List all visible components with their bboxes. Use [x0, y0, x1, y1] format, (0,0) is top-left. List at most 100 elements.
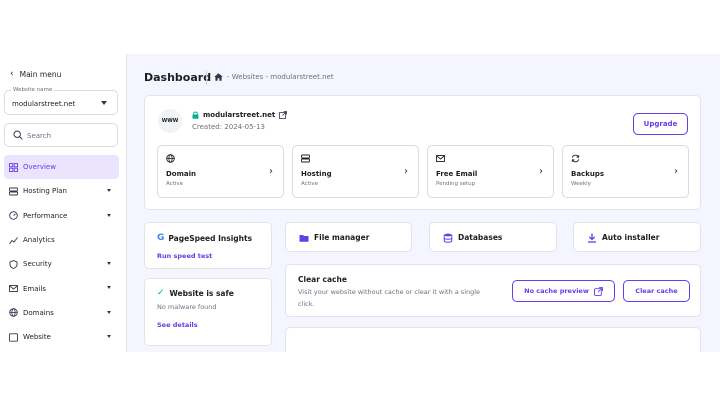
search-box: [4, 123, 118, 147]
sidebar-item-hosting-plan[interactable]: Hosting Plan: [4, 179, 119, 203]
chevron-right-icon: ›: [404, 166, 408, 177]
website-logo: WWW: [158, 109, 182, 133]
sidebar-item-label: Overview: [23, 163, 56, 172]
google-logo-icon: G: [157, 233, 165, 243]
cache-description: Visit your website without cache or clea…: [298, 288, 481, 308]
databases-button[interactable]: Databases: [429, 222, 557, 252]
server-icon: [9, 187, 18, 196]
hosting-dashboard: ‹ Main menu Website name modularstreet.n…: [0, 54, 720, 352]
pagespeed-title: G PageSpeed Insights: [157, 233, 252, 243]
tile-backups[interactable]: Backups Weekly ›: [562, 145, 689, 198]
sidebar: ‹ Main menu Website name modularstreet.n…: [0, 54, 127, 352]
sidebar-item-website[interactable]: Website: [4, 325, 119, 349]
tile-hosting[interactable]: Hosting Active ›: [292, 145, 419, 198]
home-icon[interactable]: [214, 73, 223, 81]
tile-status: Active: [166, 181, 184, 187]
created-date: Created: 2024-05-13: [192, 123, 265, 131]
sidebar-item-security[interactable]: Security: [4, 252, 119, 276]
search-input[interactable]: [27, 129, 113, 142]
see-details-link[interactable]: See details: [157, 321, 198, 329]
safety-title: ✓ Website is safe: [157, 288, 234, 298]
gauge-icon: [9, 211, 18, 220]
shield-icon: [9, 259, 18, 269]
website-select-value: modularstreet.net: [12, 100, 76, 108]
sidebar-item-domains[interactable]: Domains: [4, 301, 119, 325]
website-summary-card: WWW modularstreet.net Created: 2024-05-1…: [144, 95, 701, 210]
sidebar-item-label: Hosting Plan: [23, 187, 67, 196]
page-title: Dashboard: [144, 71, 212, 84]
domain-name: modularstreet.net: [203, 111, 276, 119]
globe-icon: [166, 154, 175, 163]
tile-name: Free Email: [436, 170, 478, 178]
clear-cache-button[interactable]: Clear cache: [623, 280, 690, 302]
caret-down-icon: [107, 310, 111, 314]
server-icon: [301, 154, 310, 163]
main-menu-label: Main menu: [19, 69, 62, 79]
no-cache-preview-button[interactable]: No cache preview: [512, 280, 615, 302]
search-icon: [13, 130, 23, 140]
caret-down-icon: [107, 286, 111, 290]
breadcrumb-path[interactable]: - Websites - modularstreet.net: [227, 73, 334, 81]
tile-domain[interactable]: Domain Active ›: [157, 145, 284, 198]
tile-status: Weekly: [571, 181, 591, 187]
cache-title: Clear cache: [298, 275, 347, 284]
website-select-label: Website name: [11, 87, 55, 93]
sidebar-item-label: Analytics: [23, 236, 55, 245]
upgrade-button[interactable]: Upgrade: [633, 113, 688, 135]
refresh-icon: [571, 154, 580, 163]
window-icon: [9, 333, 18, 342]
breadcrumb: - Websites - modularstreet.net: [214, 73, 334, 81]
sidebar-item-label: Performance: [23, 211, 68, 220]
globe-icon: [9, 308, 18, 318]
chevron-right-icon: ›: [674, 166, 678, 177]
folder-icon: [299, 235, 309, 242]
chevron-left-icon: ‹: [10, 69, 14, 79]
run-speed-test-link[interactable]: Run speed test: [157, 252, 212, 260]
safety-subtitle: No malware found: [157, 303, 217, 311]
sidebar-item-analytics[interactable]: Analytics: [4, 228, 119, 252]
sidebar-nav: Overview Hosting Plan Performance Analyt…: [4, 155, 119, 349]
download-icon: [588, 233, 596, 243]
header-divider: [206, 71, 207, 85]
file-manager-label: File manager: [314, 233, 370, 242]
lock-icon: [192, 111, 199, 119]
tile-status: Active: [301, 181, 319, 187]
databases-label: Databases: [458, 233, 503, 242]
caret-down-icon: [107, 189, 111, 193]
no-cache-preview-label: No cache preview: [524, 287, 589, 295]
clear-cache-card: Clear cache Visit your website without c…: [285, 264, 701, 317]
caret-down-icon: [107, 213, 111, 217]
mail-icon: [9, 285, 18, 293]
caret-down-icon: [107, 335, 111, 339]
tile-name: Backups: [571, 170, 605, 178]
chart-icon: [9, 236, 18, 244]
sidebar-item-performance[interactable]: Performance: [4, 204, 119, 228]
sidebar-item-label: Website: [23, 333, 51, 342]
sidebar-item-overview[interactable]: Overview: [4, 155, 119, 180]
additional-card: [285, 327, 701, 352]
sidebar-item-emails[interactable]: Emails: [4, 276, 119, 300]
tile-status: Pending setup: [436, 181, 476, 187]
tile-name: Domain: [166, 170, 197, 178]
website-domain[interactable]: modularstreet.net: [192, 111, 288, 119]
tile-free-email[interactable]: Free Email Pending setup ›: [427, 145, 554, 198]
chevron-right-icon: ›: [269, 166, 273, 177]
auto-installer-button[interactable]: Auto installer: [573, 222, 701, 252]
website-safety-card: ✓ Website is safe No malware found See d…: [144, 278, 272, 346]
tile-name: Hosting: [301, 170, 332, 178]
auto-installer-label: Auto installer: [602, 233, 660, 242]
external-link-icon[interactable]: [279, 111, 288, 119]
pagespeed-card: G PageSpeed Insights Run speed test: [144, 222, 272, 269]
grid-icon: [9, 162, 18, 172]
pagespeed-title-text: PageSpeed Insights: [168, 233, 253, 243]
file-manager-button[interactable]: File manager: [285, 222, 412, 252]
chevron-right-icon: ›: [539, 166, 543, 177]
main-menu-back[interactable]: ‹ Main menu: [10, 69, 61, 79]
safety-title-text: Website is safe: [169, 288, 234, 298]
sidebar-item-label: Domains: [23, 308, 54, 317]
caret-down-icon: [101, 101, 107, 105]
sidebar-item-label: Security: [23, 260, 52, 269]
www-icon: WWW: [161, 118, 179, 124]
database-icon: [443, 233, 453, 243]
website-select[interactable]: Website name modularstreet.net: [4, 87, 118, 115]
